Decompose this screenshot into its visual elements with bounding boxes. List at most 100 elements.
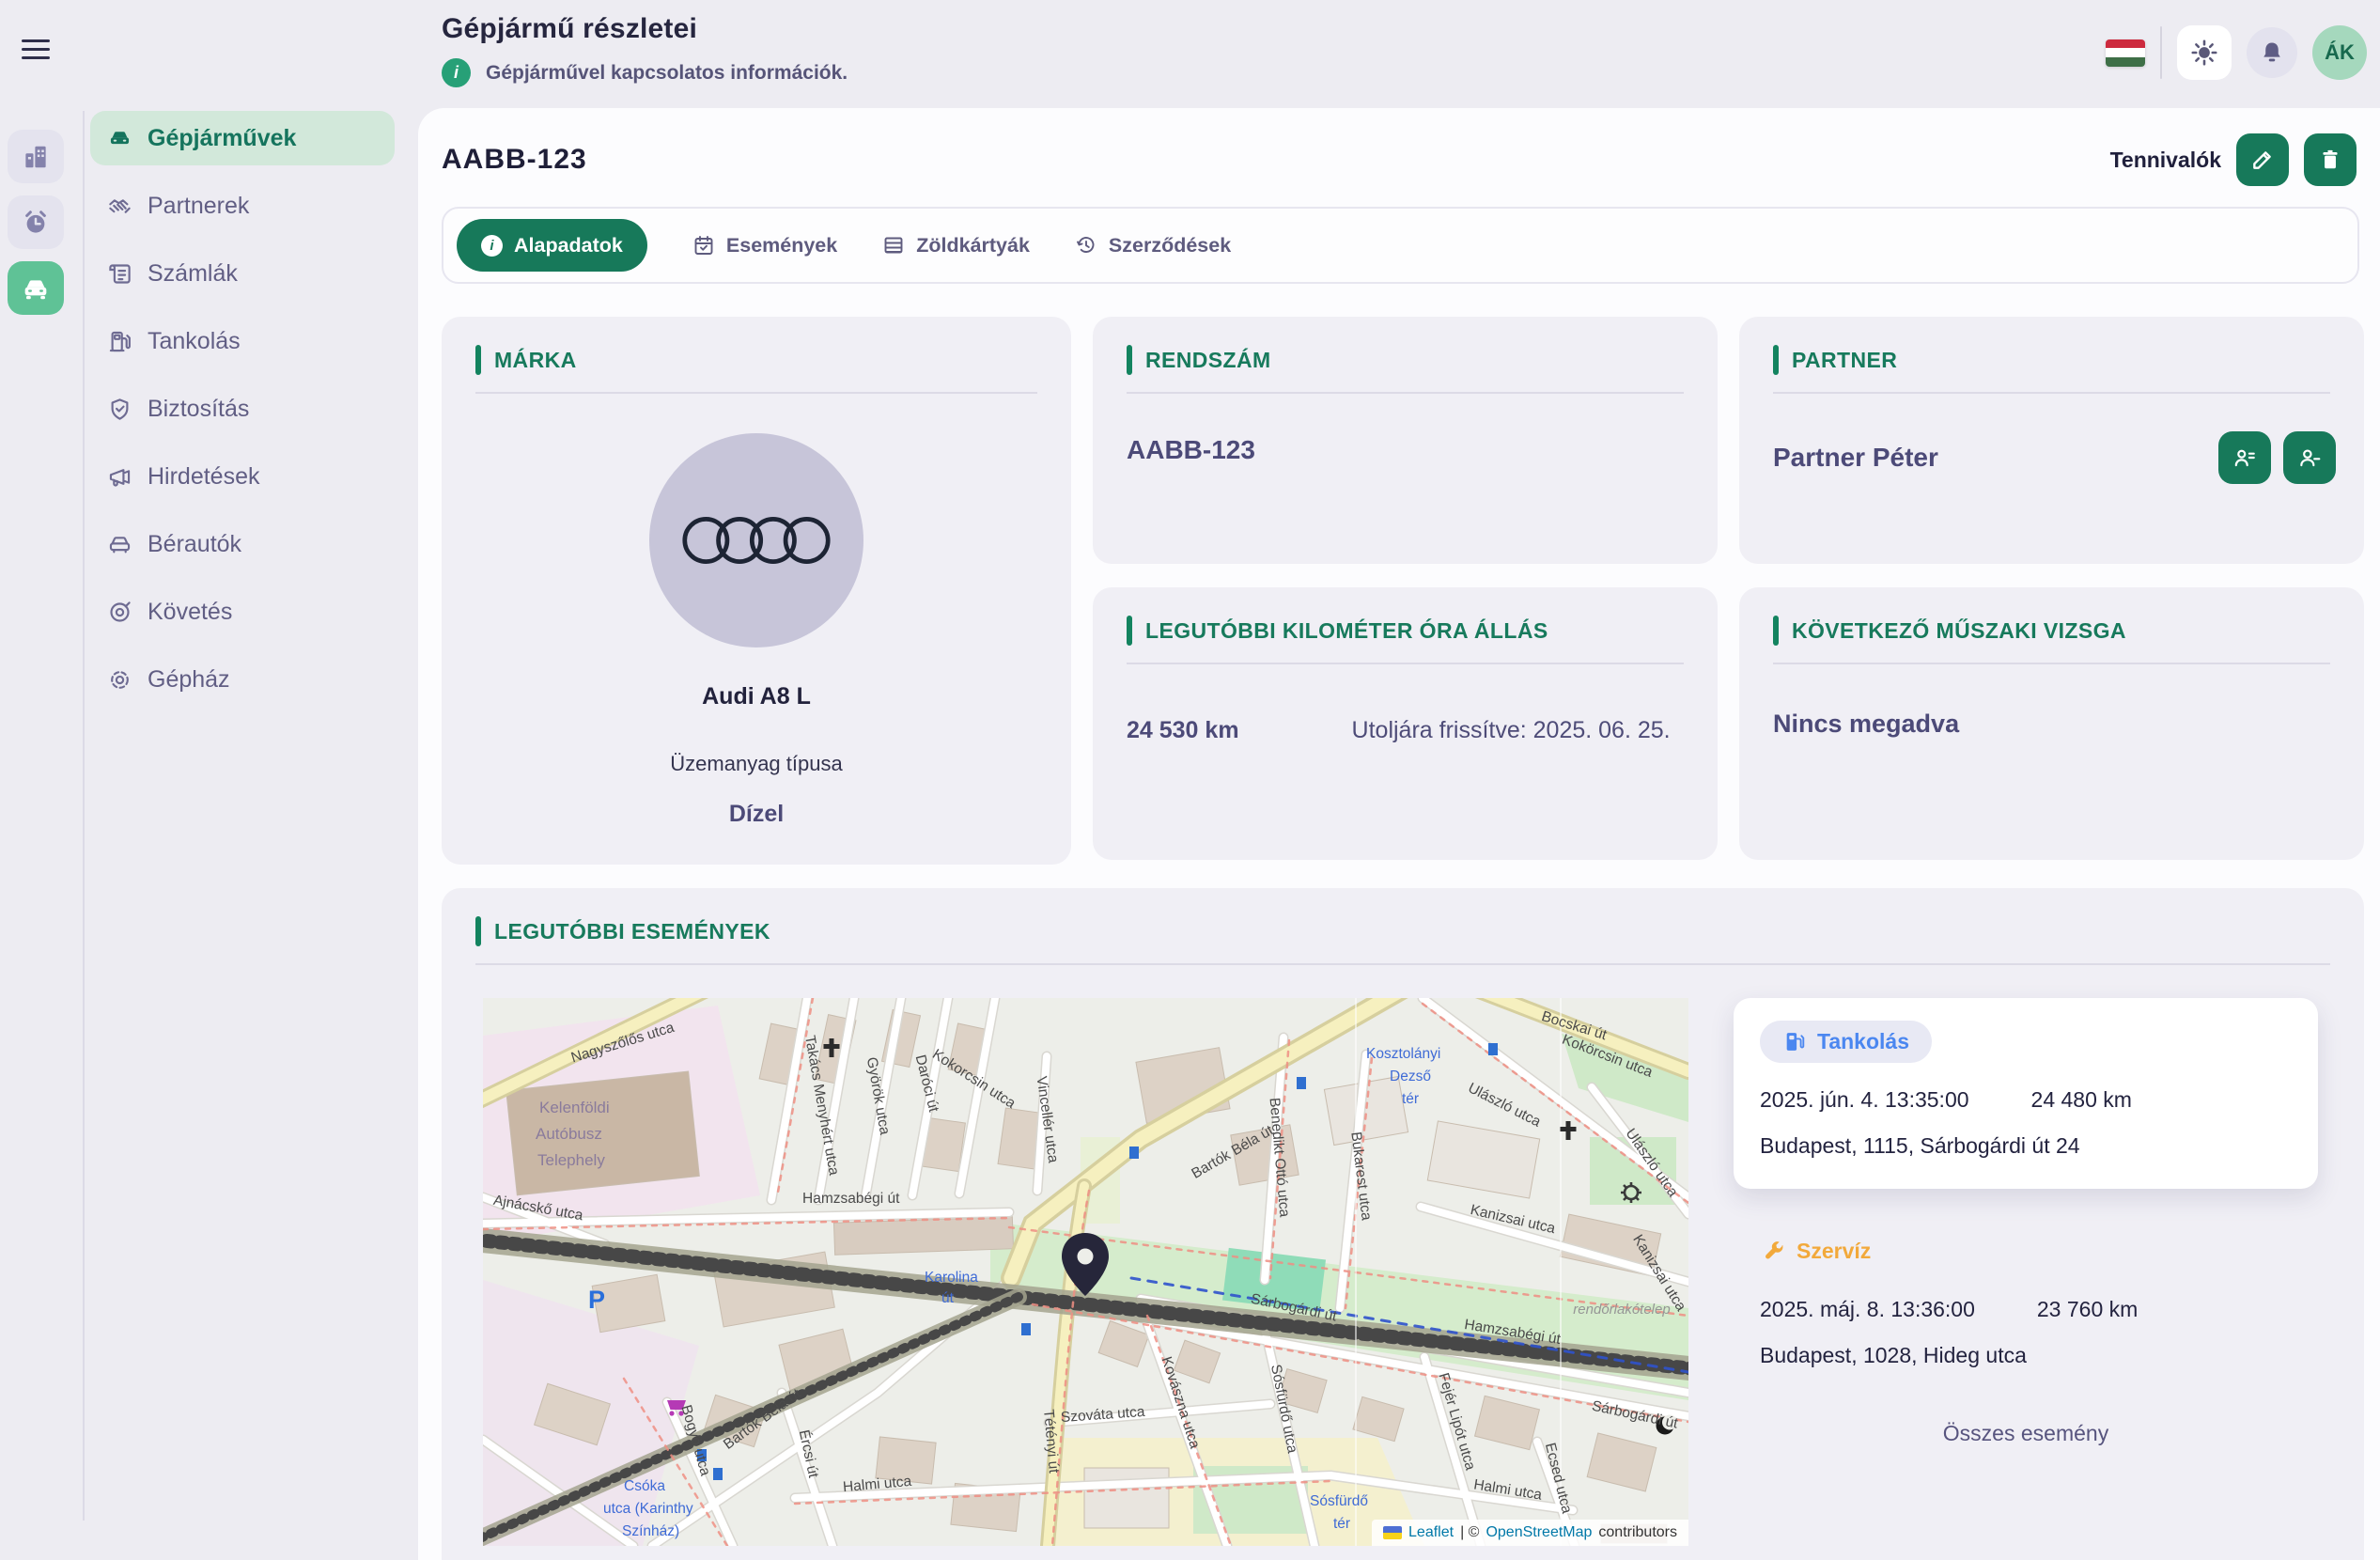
osm-link[interactable]: OpenStreetMap bbox=[1486, 1524, 1592, 1541]
tab-label: Zöldkártyák bbox=[916, 234, 1030, 257]
partner-details-button[interactable] bbox=[2218, 431, 2271, 484]
sidebar-item-label: Gépjárművek bbox=[148, 125, 296, 152]
street-label: Kosztolányi bbox=[1366, 1046, 1440, 1062]
info-icon: i bbox=[481, 235, 503, 257]
page-title: Gépjármű részletei bbox=[442, 13, 848, 45]
street-label: Kelenföldi bbox=[539, 1099, 610, 1116]
event-datetime: 2025. jún. 4. 13:35:00 bbox=[1760, 1087, 1969, 1113]
attribution-separator: | © bbox=[1460, 1524, 1479, 1541]
card-divider bbox=[1127, 663, 1684, 664]
tab-esemenyek[interactable]: Események bbox=[692, 234, 837, 257]
icon-rail bbox=[8, 130, 64, 315]
handshake-icon bbox=[107, 194, 132, 219]
inspection-card: KÖVETKEZŐ MŰSZAKI VIZSGA Nincs megadva bbox=[1739, 587, 2364, 860]
sidebar-item-partnerek[interactable]: Partnerek bbox=[90, 179, 395, 233]
sidebar-item-berautok[interactable]: Bérautók bbox=[90, 517, 395, 571]
map-canvas: Nagyszőlős utca Kelenföldi Autóbusz Tele… bbox=[483, 998, 1688, 1546]
street-label: Sósfürdő bbox=[1310, 1493, 1368, 1509]
card-accent-bar bbox=[475, 345, 481, 375]
sidebar-item-label: Bérautók bbox=[148, 531, 241, 558]
notifications-button[interactable] bbox=[2247, 27, 2297, 78]
person-minus-icon bbox=[2297, 445, 2322, 470]
calendar-check-icon bbox=[692, 234, 715, 257]
car-icon bbox=[21, 273, 51, 304]
card-accent-bar bbox=[1773, 616, 1779, 646]
rail-reminders-button[interactable] bbox=[8, 195, 64, 249]
sidebar-item-biztositas[interactable]: Biztosítás bbox=[90, 382, 395, 436]
invoice-icon bbox=[107, 261, 132, 287]
user-avatar[interactable]: ÁK bbox=[2312, 25, 2367, 80]
pencil-icon bbox=[2250, 148, 2275, 172]
delete-vehicle-button[interactable] bbox=[2304, 133, 2357, 186]
partner-name: Partner Péter bbox=[1773, 443, 1938, 473]
rail-company-button[interactable] bbox=[8, 130, 64, 183]
card-title: LEGUTÓBBI KILOMÉTER ÓRA ÁLLÁS bbox=[1145, 618, 1548, 644]
sidebar-item-gephaz[interactable]: Gépház bbox=[90, 652, 395, 707]
sidebar-item-label: Követés bbox=[148, 599, 232, 626]
card-title: KÖVETKEZŐ MŰSZAKI VIZSGA bbox=[1792, 618, 2126, 644]
street-label: Karolina bbox=[925, 1270, 978, 1286]
building-icon bbox=[22, 143, 50, 171]
todos-link[interactable]: Tennivalók bbox=[2110, 148, 2221, 173]
rail-vehicles-button[interactable] bbox=[8, 261, 64, 315]
tab-label: Szerződések bbox=[1109, 234, 1231, 257]
street-label: rendőrlakótelep bbox=[1573, 1302, 1670, 1318]
card-divider bbox=[475, 963, 2330, 965]
trash-icon bbox=[2318, 148, 2342, 172]
event-item-szerviz[interactable]: Szervíz 2025. máj. 8. 13:36:00 23 760 km… bbox=[1734, 1230, 2318, 1368]
wrench-icon bbox=[1762, 1240, 1785, 1263]
sidebar: Gépjárművek Partnerek Számlák Tankolás B… bbox=[90, 111, 395, 720]
tab-zoldkartyak[interactable]: Zöldkártyák bbox=[882, 234, 1030, 257]
card-title: MÁRKA bbox=[494, 348, 577, 373]
fuel-pump-icon bbox=[107, 329, 132, 354]
card-accent-bar bbox=[1127, 345, 1132, 375]
leaflet-link[interactable]: Leaflet bbox=[1408, 1524, 1454, 1541]
event-type-badge: Szervíz bbox=[1760, 1230, 1873, 1272]
info-icon: i bbox=[442, 58, 471, 87]
sidebar-item-gepjarmuvek[interactable]: Gépjárművek bbox=[90, 111, 395, 165]
sidebar-item-tankolas[interactable]: Tankolás bbox=[90, 314, 395, 368]
sidebar-item-hirdetesek[interactable]: Hirdetések bbox=[90, 449, 395, 504]
street-label: út bbox=[941, 1290, 955, 1306]
street-label: tér bbox=[1402, 1091, 1419, 1107]
car-icon bbox=[107, 126, 132, 151]
all-events-link[interactable]: Összes esemény bbox=[1734, 1421, 2318, 1446]
street-label: utca (Karinthy bbox=[603, 1501, 693, 1517]
gear-icon bbox=[107, 667, 132, 693]
card-divider bbox=[475, 392, 1037, 394]
event-item-tankolas[interactable]: Tankolás 2025. jún. 4. 13:35:00 24 480 k… bbox=[1734, 998, 2318, 1189]
audi-rings-icon bbox=[681, 513, 832, 568]
theme-toggle-button[interactable] bbox=[2177, 25, 2232, 80]
events-card: LEGUTÓBBI ESEMÉNYEK bbox=[442, 888, 2364, 1560]
sidebar-item-label: Számlák bbox=[148, 260, 238, 288]
car-outline-icon bbox=[107, 532, 132, 557]
card-accent-bar bbox=[475, 916, 481, 946]
partner-remove-button[interactable] bbox=[2283, 431, 2336, 484]
events-map[interactable]: Nagyszőlős utca Kelenföldi Autóbusz Tele… bbox=[483, 998, 1688, 1546]
page-header: Gépjármű részletei i Gépjárművel kapcsol… bbox=[442, 13, 848, 87]
hungarian-flag-icon bbox=[2106, 39, 2145, 67]
street-label: Telephely bbox=[537, 1151, 605, 1169]
brand-logo-badge bbox=[649, 433, 863, 647]
table-icon bbox=[882, 234, 905, 257]
tab-szerzodesek[interactable]: Szerződések bbox=[1075, 234, 1231, 257]
sidebar-item-label: Biztosítás bbox=[148, 396, 249, 423]
edit-vehicle-button[interactable] bbox=[2236, 133, 2289, 186]
bell-icon bbox=[2259, 39, 2285, 66]
tab-alapadatok[interactable]: i Alapadatok bbox=[457, 219, 647, 272]
odometer-card: LEGUTÓBBI KILOMÉTER ÓRA ÁLLÁS 24 530 km … bbox=[1093, 587, 1718, 860]
header-actions: ÁK bbox=[2106, 25, 2367, 80]
card-accent-bar bbox=[1127, 616, 1132, 646]
header-divider bbox=[2160, 26, 2162, 79]
event-odometer: 23 760 km bbox=[2037, 1297, 2138, 1322]
target-icon bbox=[107, 600, 132, 625]
partner-card: PARTNER Partner Péter bbox=[1739, 317, 2364, 564]
fuel-type-label: Üzemanyag típusa bbox=[442, 752, 1071, 776]
event-type-badge: Tankolás bbox=[1760, 1021, 1932, 1063]
sidebar-item-szamlak[interactable]: Számlák bbox=[90, 246, 395, 301]
fuel-pump-icon bbox=[1782, 1030, 1806, 1053]
event-odometer: 24 480 km bbox=[2031, 1087, 2132, 1113]
sidebar-item-kovetes[interactable]: Követés bbox=[90, 585, 395, 639]
street-label: Csóka bbox=[624, 1478, 665, 1494]
menu-toggle-button[interactable] bbox=[22, 39, 50, 62]
